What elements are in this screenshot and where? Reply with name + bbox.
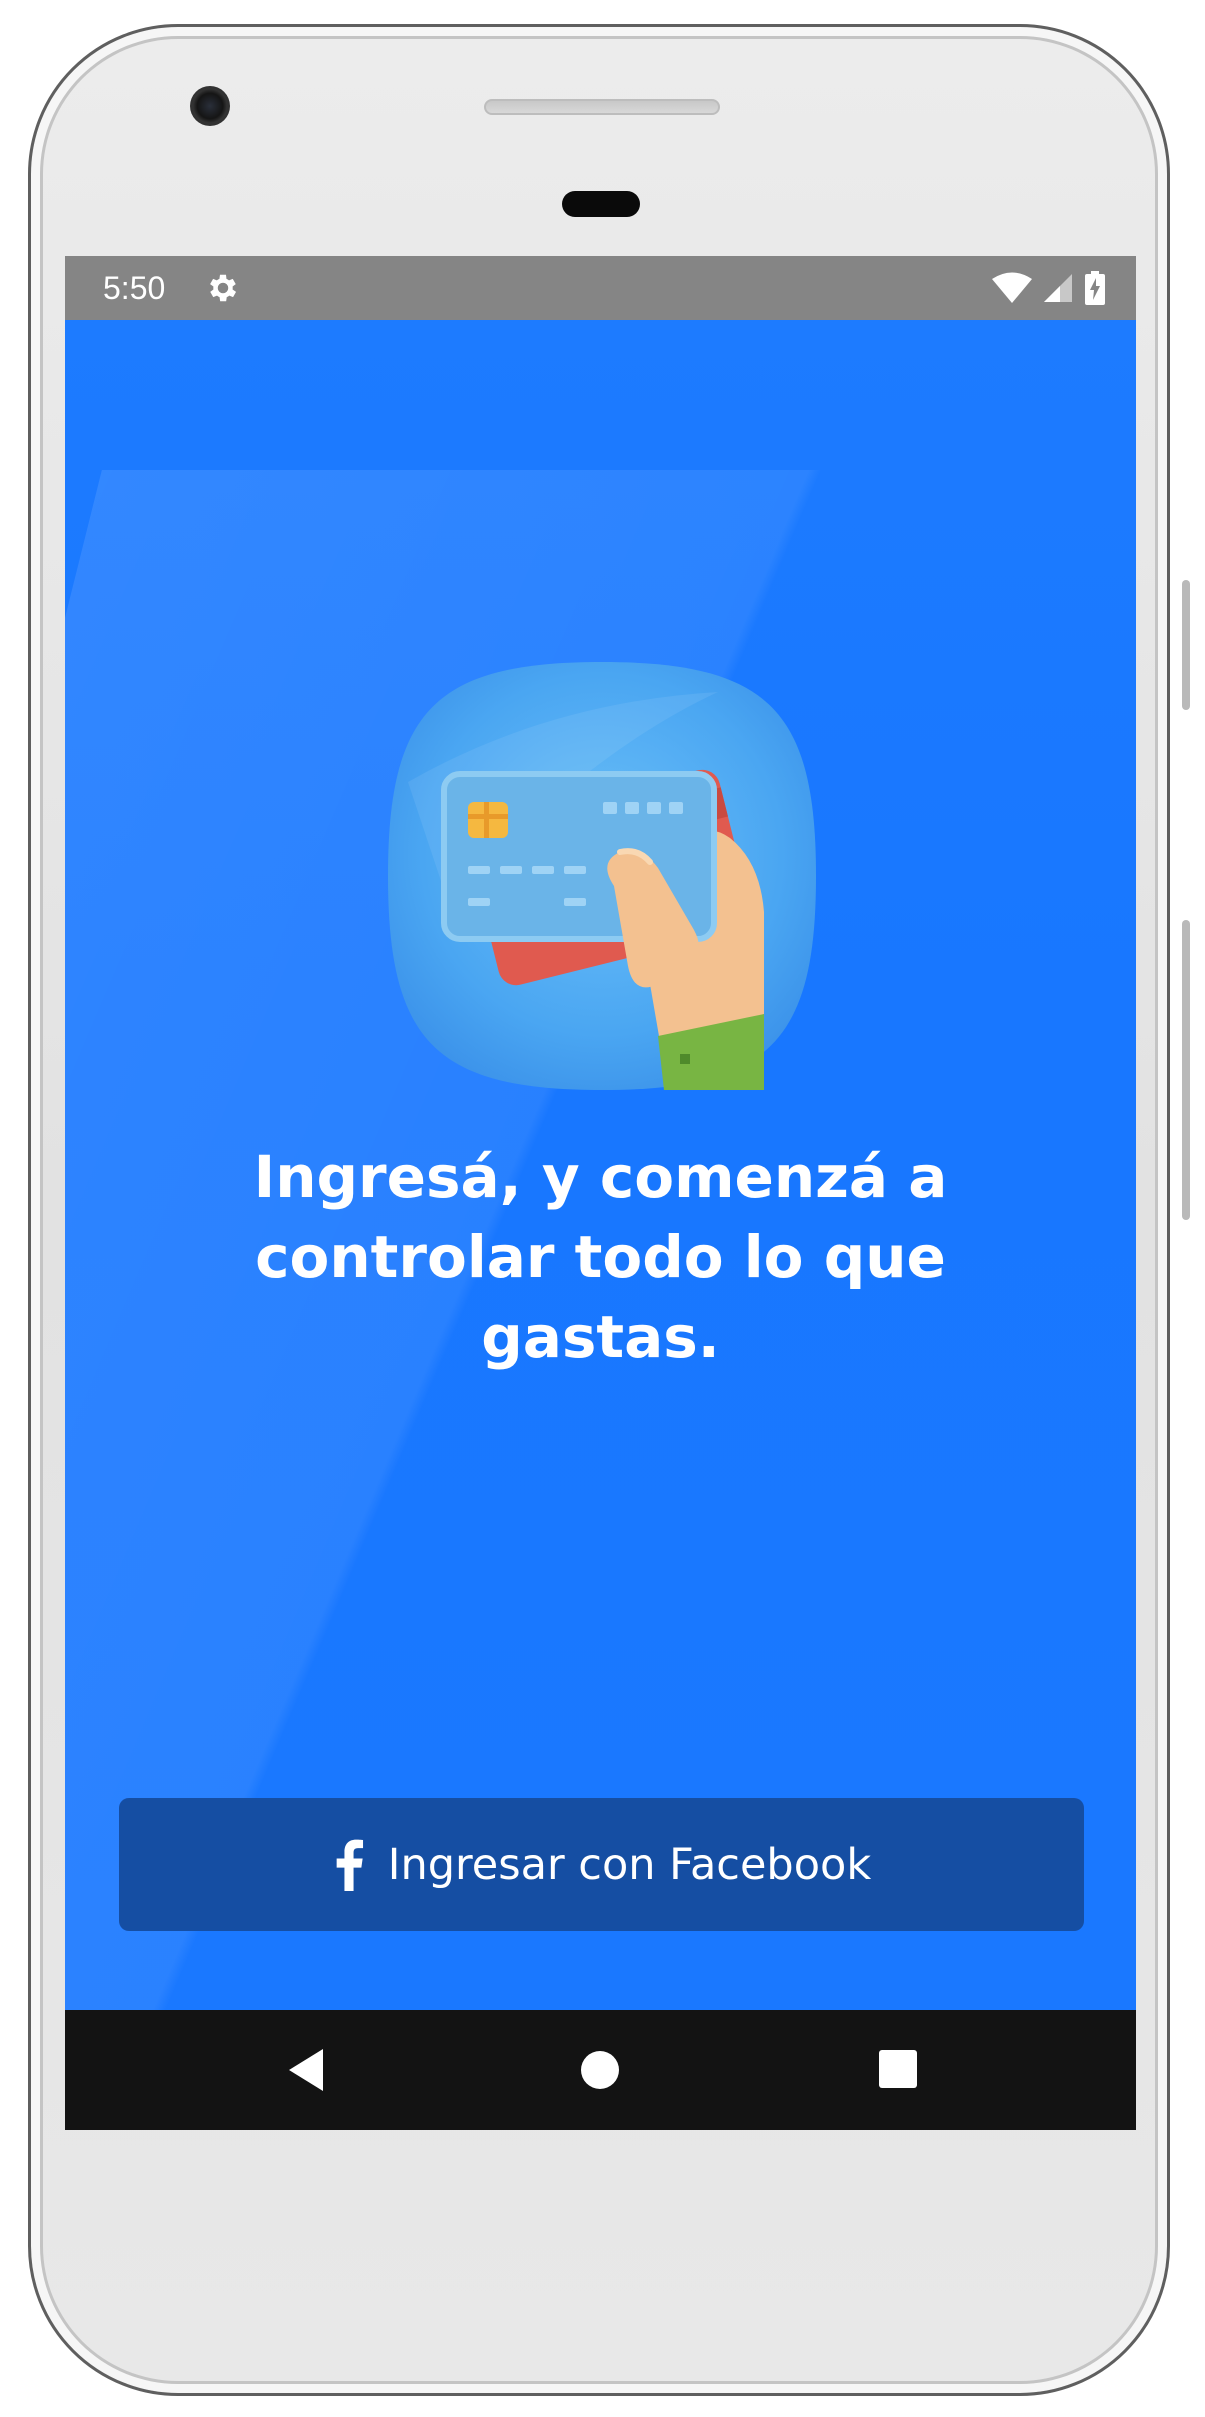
status-bar: 5:50 [65,256,1136,320]
volume-button [1182,920,1190,1220]
headline-text: Ingresá, y comenzá a controlar todo lo q… [253,1143,948,1371]
screen: 5:50 Ingresá, y comenzá a controlar todo… [65,256,1136,2130]
status-icons [992,270,1106,306]
navigation-bar [65,2010,1136,2130]
headline: Ingresá, y comenzá a controlar todo lo q… [65,1137,1136,1377]
cell-signal-icon [1044,274,1072,302]
back-triangle-icon[interactable] [283,2045,333,2095]
facebook-login-label: Ingresar con Facebook [387,1839,872,1890]
gear-icon [210,274,237,302]
facebook-login-button[interactable]: Ingresar con Facebook [119,1798,1084,1931]
facebook-icon [336,1839,363,1891]
battery-charging-icon [1085,271,1105,305]
power-button [1182,580,1190,710]
device-frame: 5:50 Ingresá, y comenzá a controlar todo… [0,0,1205,2417]
wifi-icon [992,272,1032,303]
front-camera [190,86,230,126]
home-circle-icon[interactable] [575,2045,625,2095]
recents-square-icon[interactable] [874,2045,924,2095]
login-screen: Ingresá, y comenzá a controlar todo lo q… [65,320,1136,2010]
earpiece-speaker [484,99,720,115]
credit-card-in-hand-icon [388,662,816,1090]
status-time: 5:50 [103,270,166,306]
proximity-sensor [562,191,640,217]
